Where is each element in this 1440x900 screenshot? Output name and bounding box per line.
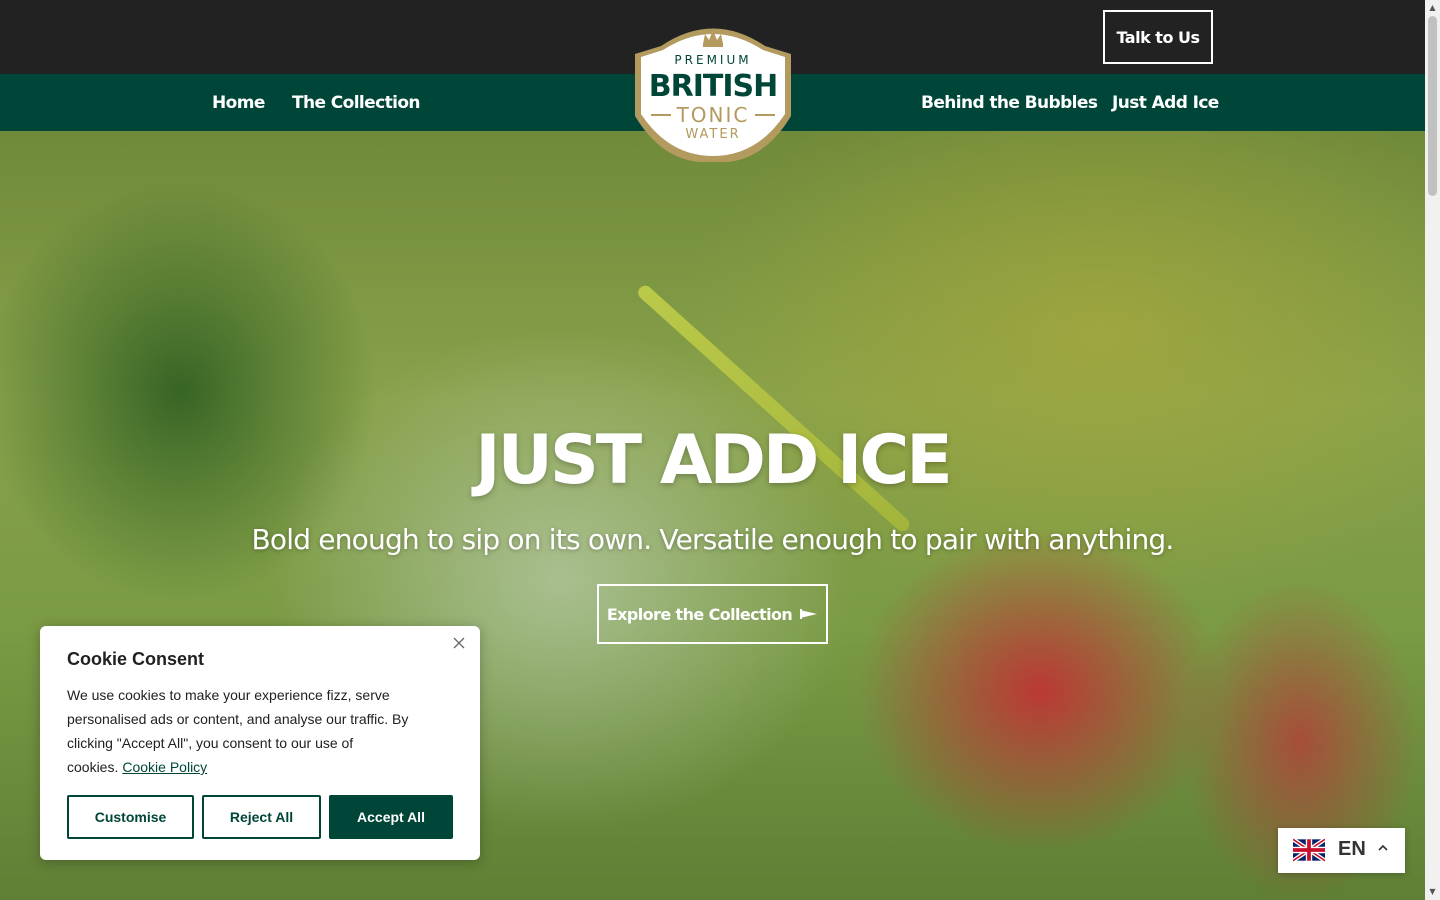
language-switcher[interactable]: EN bbox=[1278, 828, 1405, 873]
chevron-up-icon bbox=[1378, 844, 1388, 851]
close-icon[interactable] bbox=[450, 634, 468, 652]
scroll-down-arrow-icon[interactable]: ▼ bbox=[1425, 884, 1440, 899]
explore-collection-button[interactable]: Explore the Collection bbox=[597, 584, 828, 644]
scroll-thumb[interactable] bbox=[1428, 16, 1437, 196]
cookie-consent-dialog: Cookie Consent We use cookies to make yo… bbox=[40, 626, 480, 860]
logo-water-text: WATER bbox=[685, 127, 740, 142]
nav-just-add-ice[interactable]: Just Add Ice bbox=[1112, 74, 1219, 131]
accept-all-button[interactable]: Accept All bbox=[329, 795, 453, 839]
logo-premium-text: PREMIUM bbox=[674, 53, 751, 67]
logo-tonic-text: TONIC bbox=[676, 103, 750, 127]
cookie-body-text: We use cookies to make your experience f… bbox=[67, 687, 409, 775]
explore-collection-label: Explore the Collection bbox=[606, 604, 793, 624]
page-scrollbar[interactable]: ▲ ▼ bbox=[1425, 0, 1440, 900]
cookie-title: Cookie Consent bbox=[67, 649, 205, 669]
cookie-body: We use cookies to make your experience f… bbox=[67, 683, 437, 779]
pennant-arrow-icon bbox=[800, 609, 818, 619]
customise-button[interactable]: Customise bbox=[67, 795, 194, 839]
scroll-up-arrow-icon[interactable]: ▲ bbox=[1425, 0, 1440, 15]
nav-the-collection[interactable]: The Collection bbox=[292, 74, 421, 131]
logo-british-text: BRITISH bbox=[649, 69, 777, 104]
brand-logo[interactable]: PREMIUM BRITISH TONIC WATER bbox=[631, 16, 795, 163]
nav-home[interactable]: Home bbox=[212, 74, 265, 131]
cookie-policy-link[interactable]: Cookie Policy bbox=[122, 759, 207, 775]
hero-subtitle: Bold enough to sip on its own. Versatile… bbox=[251, 523, 1175, 556]
talk-to-us-button[interactable]: Talk to Us bbox=[1103, 10, 1213, 64]
language-code: EN bbox=[1338, 838, 1366, 860]
reject-all-button[interactable]: Reject All bbox=[202, 795, 321, 839]
hero-title: JUST ADD ICE bbox=[475, 421, 952, 500]
nav-behind-the-bubbles[interactable]: Behind the Bubbles bbox=[921, 74, 1098, 131]
uk-flag-icon bbox=[1293, 837, 1325, 863]
